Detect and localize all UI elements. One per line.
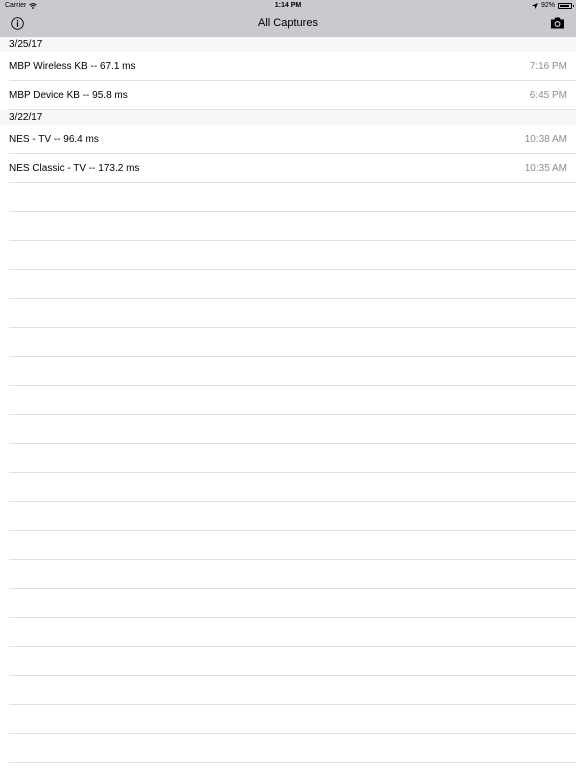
- capture-row[interactable]: NES Classic - TV -- 173.2 ms 10:35 AM: [9, 154, 576, 183]
- capture-time: 10:38 AM: [524, 134, 567, 145]
- status-bar: Carrier 1:14 PM 92%: [0, 0, 576, 12]
- capture-time: 6:45 PM: [529, 90, 567, 101]
- empty-row: [9, 415, 576, 444]
- empty-row: [9, 299, 576, 328]
- capture-title: NES - TV -- 96.4 ms: [9, 134, 99, 145]
- empty-row: [9, 444, 576, 473]
- section-3-22-17: 3/22/17 NES - TV -- 96.4 ms 10:38 AM NES…: [0, 110, 576, 183]
- capture-row[interactable]: MBP Device KB -- 95.8 ms 6:45 PM: [9, 81, 576, 110]
- captures-list: 3/25/17 MBP Wireless KB -- 67.1 ms 7:16 …: [0, 37, 576, 183]
- empty-row: [9, 328, 576, 357]
- empty-row: [9, 183, 576, 212]
- location-arrow-icon: [531, 2, 538, 9]
- battery-percent: 92%: [540, 2, 555, 9]
- empty-row: [9, 676, 576, 705]
- empty-row: [9, 357, 576, 386]
- capture-time: 10:35 AM: [524, 163, 567, 174]
- empty-row: [9, 531, 576, 560]
- battery-icon: [558, 2, 574, 9]
- section-header: 3/22/17: [0, 110, 576, 125]
- empty-table-rows: [9, 183, 576, 768]
- camera-icon[interactable]: [550, 16, 565, 30]
- empty-row: [9, 473, 576, 502]
- empty-row: [9, 386, 576, 415]
- empty-row: [9, 763, 576, 768]
- app-screen: Carrier 1:14 PM 92% All Captures 3/25/17…: [0, 0, 576, 768]
- page-title: All Captures: [258, 17, 318, 29]
- empty-row: [9, 589, 576, 618]
- navigation-bar: All Captures: [0, 12, 576, 37]
- capture-title: MBP Device KB -- 95.8 ms: [9, 90, 128, 101]
- battery-fill: [560, 4, 569, 7]
- empty-row: [9, 212, 576, 241]
- empty-row: [9, 502, 576, 531]
- capture-row[interactable]: NES - TV -- 96.4 ms 10:38 AM: [9, 125, 576, 154]
- empty-row: [9, 705, 576, 734]
- capture-time: 7:16 PM: [529, 61, 567, 72]
- top-bar: Carrier 1:14 PM 92% All Captures: [0, 0, 576, 37]
- empty-row: [9, 734, 576, 763]
- section-3-25-17: 3/25/17 MBP Wireless KB -- 67.1 ms 7:16 …: [0, 37, 576, 110]
- section-header: 3/25/17: [0, 37, 576, 52]
- capture-title: NES Classic - TV -- 173.2 ms: [9, 163, 140, 174]
- empty-row: [9, 270, 576, 299]
- empty-row: [9, 618, 576, 647]
- battery-tip: [573, 4, 574, 7]
- capture-title: MBP Wireless KB -- 67.1 ms: [9, 61, 136, 72]
- status-time: 1:14 PM: [274, 2, 302, 9]
- status-right: 92%: [531, 2, 574, 9]
- empty-row: [9, 241, 576, 270]
- capture-row[interactable]: MBP Wireless KB -- 67.1 ms 7:16 PM: [9, 52, 576, 81]
- empty-row: [9, 560, 576, 589]
- empty-row: [9, 647, 576, 676]
